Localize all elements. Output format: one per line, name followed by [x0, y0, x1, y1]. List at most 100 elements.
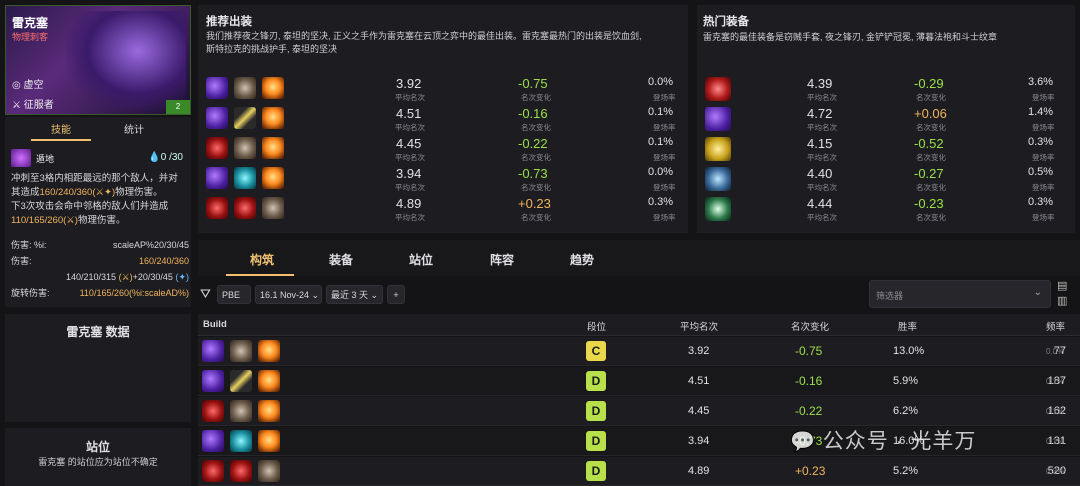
recommended-row[interactable]: 4.89 平均名次 +0.23 名次变化 0.3% 登场率 — [198, 195, 688, 223]
add-filter-button[interactable]: + — [387, 285, 405, 304]
place-change: -0.16 — [795, 374, 823, 388]
time-select[interactable]: 最近 3 天 ⌄ — [326, 285, 383, 304]
item-icon[interactable] — [206, 107, 228, 129]
item-icon[interactable] — [234, 77, 256, 99]
trait-conqueror[interactable]: ⚔ 征服者 — [12, 96, 54, 111]
avg-place: 4.40 — [807, 166, 833, 181]
item-icon[interactable] — [202, 430, 224, 452]
trait-void[interactable]: ◎ 虚空 — [12, 76, 44, 91]
item-icon[interactable] — [230, 430, 252, 452]
item-icon[interactable] — [234, 137, 256, 159]
item-icon[interactable] — [234, 107, 256, 129]
tab-trends[interactable]: 趋势 — [570, 251, 594, 268]
recommended-row[interactable]: 3.94 平均名次 -0.73 名次变化 0.0% 登场率 — [198, 165, 688, 193]
item-icon[interactable] — [258, 400, 280, 422]
chart-view-icon[interactable]: ▥ — [1057, 294, 1067, 307]
hot-item-row[interactable]: 4.39 平均名次 -0.29 名次变化 3.6% 登场率 — [697, 75, 1075, 103]
hot-item-row[interactable]: 4.15 平均名次 -0.52 名次变化 0.3% 登场率 — [697, 135, 1075, 163]
place-change-label: 名次变化 — [521, 93, 551, 102]
rank-select[interactable]: PBE ⌄ — [217, 285, 251, 319]
col-win[interactable]: 胜率 — [898, 319, 917, 333]
tab-skill[interactable]: 技能 — [31, 121, 91, 141]
void-icon: ◎ — [12, 80, 21, 91]
item-icon[interactable] — [258, 460, 280, 482]
place-change-label: 名次变化 — [521, 213, 551, 222]
position-title: 站位 — [85, 440, 110, 454]
item-icon[interactable] — [206, 137, 228, 159]
col-change[interactable]: 名次变化 — [791, 319, 829, 333]
avg-place: 4.15 — [807, 136, 833, 151]
item-icon[interactable] — [705, 77, 731, 101]
hot-items-desc: 雷克塞的最佳装备是窃贼手套, 夜之锋刃, 金铲铲冠冕, 薄暮法袍和斗士纹章 — [703, 32, 998, 42]
tab-comps[interactable]: 阵容 — [490, 251, 514, 268]
hot-item-row[interactable]: 4.40 平均名次 -0.27 名次变化 0.5% 登场率 — [697, 165, 1075, 193]
hot-items-panel: 热门装备 雷克塞的最佳装备是窃贼手套, 夜之锋刃, 金铲铲冠冕, 薄暮法袍和斗士… — [697, 5, 1075, 233]
avg-place: 3.92 — [396, 76, 422, 91]
item-icon[interactable] — [234, 167, 256, 189]
avg-place: 4.39 — [807, 76, 833, 91]
item-icon[interactable] — [202, 340, 224, 362]
item-icon[interactable] — [258, 340, 280, 362]
place-change-label: 名次变化 — [521, 153, 551, 162]
item-icon[interactable] — [230, 400, 252, 422]
avg-place-label: 平均名次 — [395, 213, 425, 222]
item-icon[interactable] — [230, 460, 252, 482]
grid-view-icon[interactable]: ▤ — [1057, 279, 1067, 292]
watermark: 💬 公众号 · 光羊万 — [790, 430, 977, 453]
col-avg[interactable]: 平均名次 — [680, 319, 718, 333]
recommended-row[interactable]: 4.51 平均名次 -0.16 名次变化 0.1% 登场率 — [198, 105, 688, 133]
tab-items[interactable]: 装备 — [329, 251, 353, 268]
avg-place-label: 平均名次 — [807, 153, 837, 162]
appearance-rate-label: 登场率 — [653, 183, 676, 192]
item-icon[interactable] — [262, 107, 284, 129]
tab-build[interactable]: 构筑 — [250, 251, 274, 268]
version-select[interactable]: 16.1 Nov-24 ⌄ — [255, 285, 322, 304]
item-icon[interactable] — [206, 197, 228, 219]
item-icon[interactable] — [705, 137, 731, 161]
table-row[interactable]: D 4.89 +0.23 5.2% 520 0.3% — [198, 457, 1080, 486]
item-icon[interactable] — [202, 370, 224, 392]
appearance-rate-label: 登场率 — [1032, 213, 1055, 222]
item-icon[interactable] — [206, 77, 228, 99]
filter-icon[interactable]: ⛛ — [200, 286, 211, 302]
hot-item-row[interactable]: 4.44 平均名次 -0.23 名次变化 0.3% 登场率 — [697, 195, 1075, 223]
tier-badge: D — [586, 461, 606, 481]
item-icon[interactable] — [206, 167, 228, 189]
hot-item-row[interactable]: 4.72 平均名次 +0.06 名次变化 1.4% 登场率 — [697, 105, 1075, 133]
appearance-rate-label: 登场率 — [653, 153, 676, 162]
tier-badge: D — [586, 431, 606, 451]
recommended-title: 推荐出装 — [206, 16, 252, 28]
table-row[interactable]: D 4.51 -0.16 5.9% 187 0.1% — [198, 367, 1080, 396]
item-icon[interactable] — [262, 197, 284, 219]
place-change: -0.52 — [914, 136, 944, 151]
item-icon[interactable] — [202, 460, 224, 482]
col-build[interactable]: Build — [203, 319, 227, 330]
skill-panel: 技能 统计 遁地 💧0 /30 冲刺至3格内相距最远的那个敌人，并对 其造成16… — [5, 117, 191, 307]
item-icon[interactable] — [705, 197, 731, 221]
col-tier[interactable]: 段位 — [587, 319, 606, 333]
win-rate: 5.2% — [893, 465, 919, 477]
filter-search-input[interactable]: 筛选器 ⌄ — [869, 280, 1051, 308]
appearance-rate: 1.4% — [1028, 106, 1054, 118]
item-icon[interactable] — [234, 197, 256, 219]
item-icon[interactable] — [202, 400, 224, 422]
item-icon[interactable] — [258, 370, 280, 392]
item-icon[interactable] — [258, 430, 280, 452]
tab-position[interactable]: 站位 — [409, 251, 433, 268]
item-icon[interactable] — [705, 167, 731, 191]
item-icon[interactable] — [705, 107, 731, 131]
item-icon[interactable] — [262, 77, 284, 99]
mana-icon: 💧 — [148, 152, 161, 163]
item-icon[interactable] — [262, 167, 284, 189]
recommended-row[interactable]: 4.45 平均名次 -0.22 名次变化 0.1% 登场率 — [198, 135, 688, 163]
table-row[interactable]: D 4.45 -0.22 6.2% 162 0.1% — [198, 397, 1080, 426]
table-row[interactable]: C 3.92 -0.75 13.0% 77 0.0% — [198, 337, 1080, 366]
place-change-label: 名次变化 — [916, 93, 946, 102]
champion-data-title: 雷克塞 数据 — [66, 325, 130, 339]
recommended-row[interactable]: 3.92 平均名次 -0.75 名次变化 0.0% 登场率 — [198, 75, 688, 103]
tab-stats[interactable]: 统计 — [109, 121, 159, 141]
col-freq[interactable]: 频率 — [1046, 319, 1065, 333]
item-icon[interactable] — [230, 370, 252, 392]
item-icon[interactable] — [262, 137, 284, 159]
item-icon[interactable] — [230, 340, 252, 362]
